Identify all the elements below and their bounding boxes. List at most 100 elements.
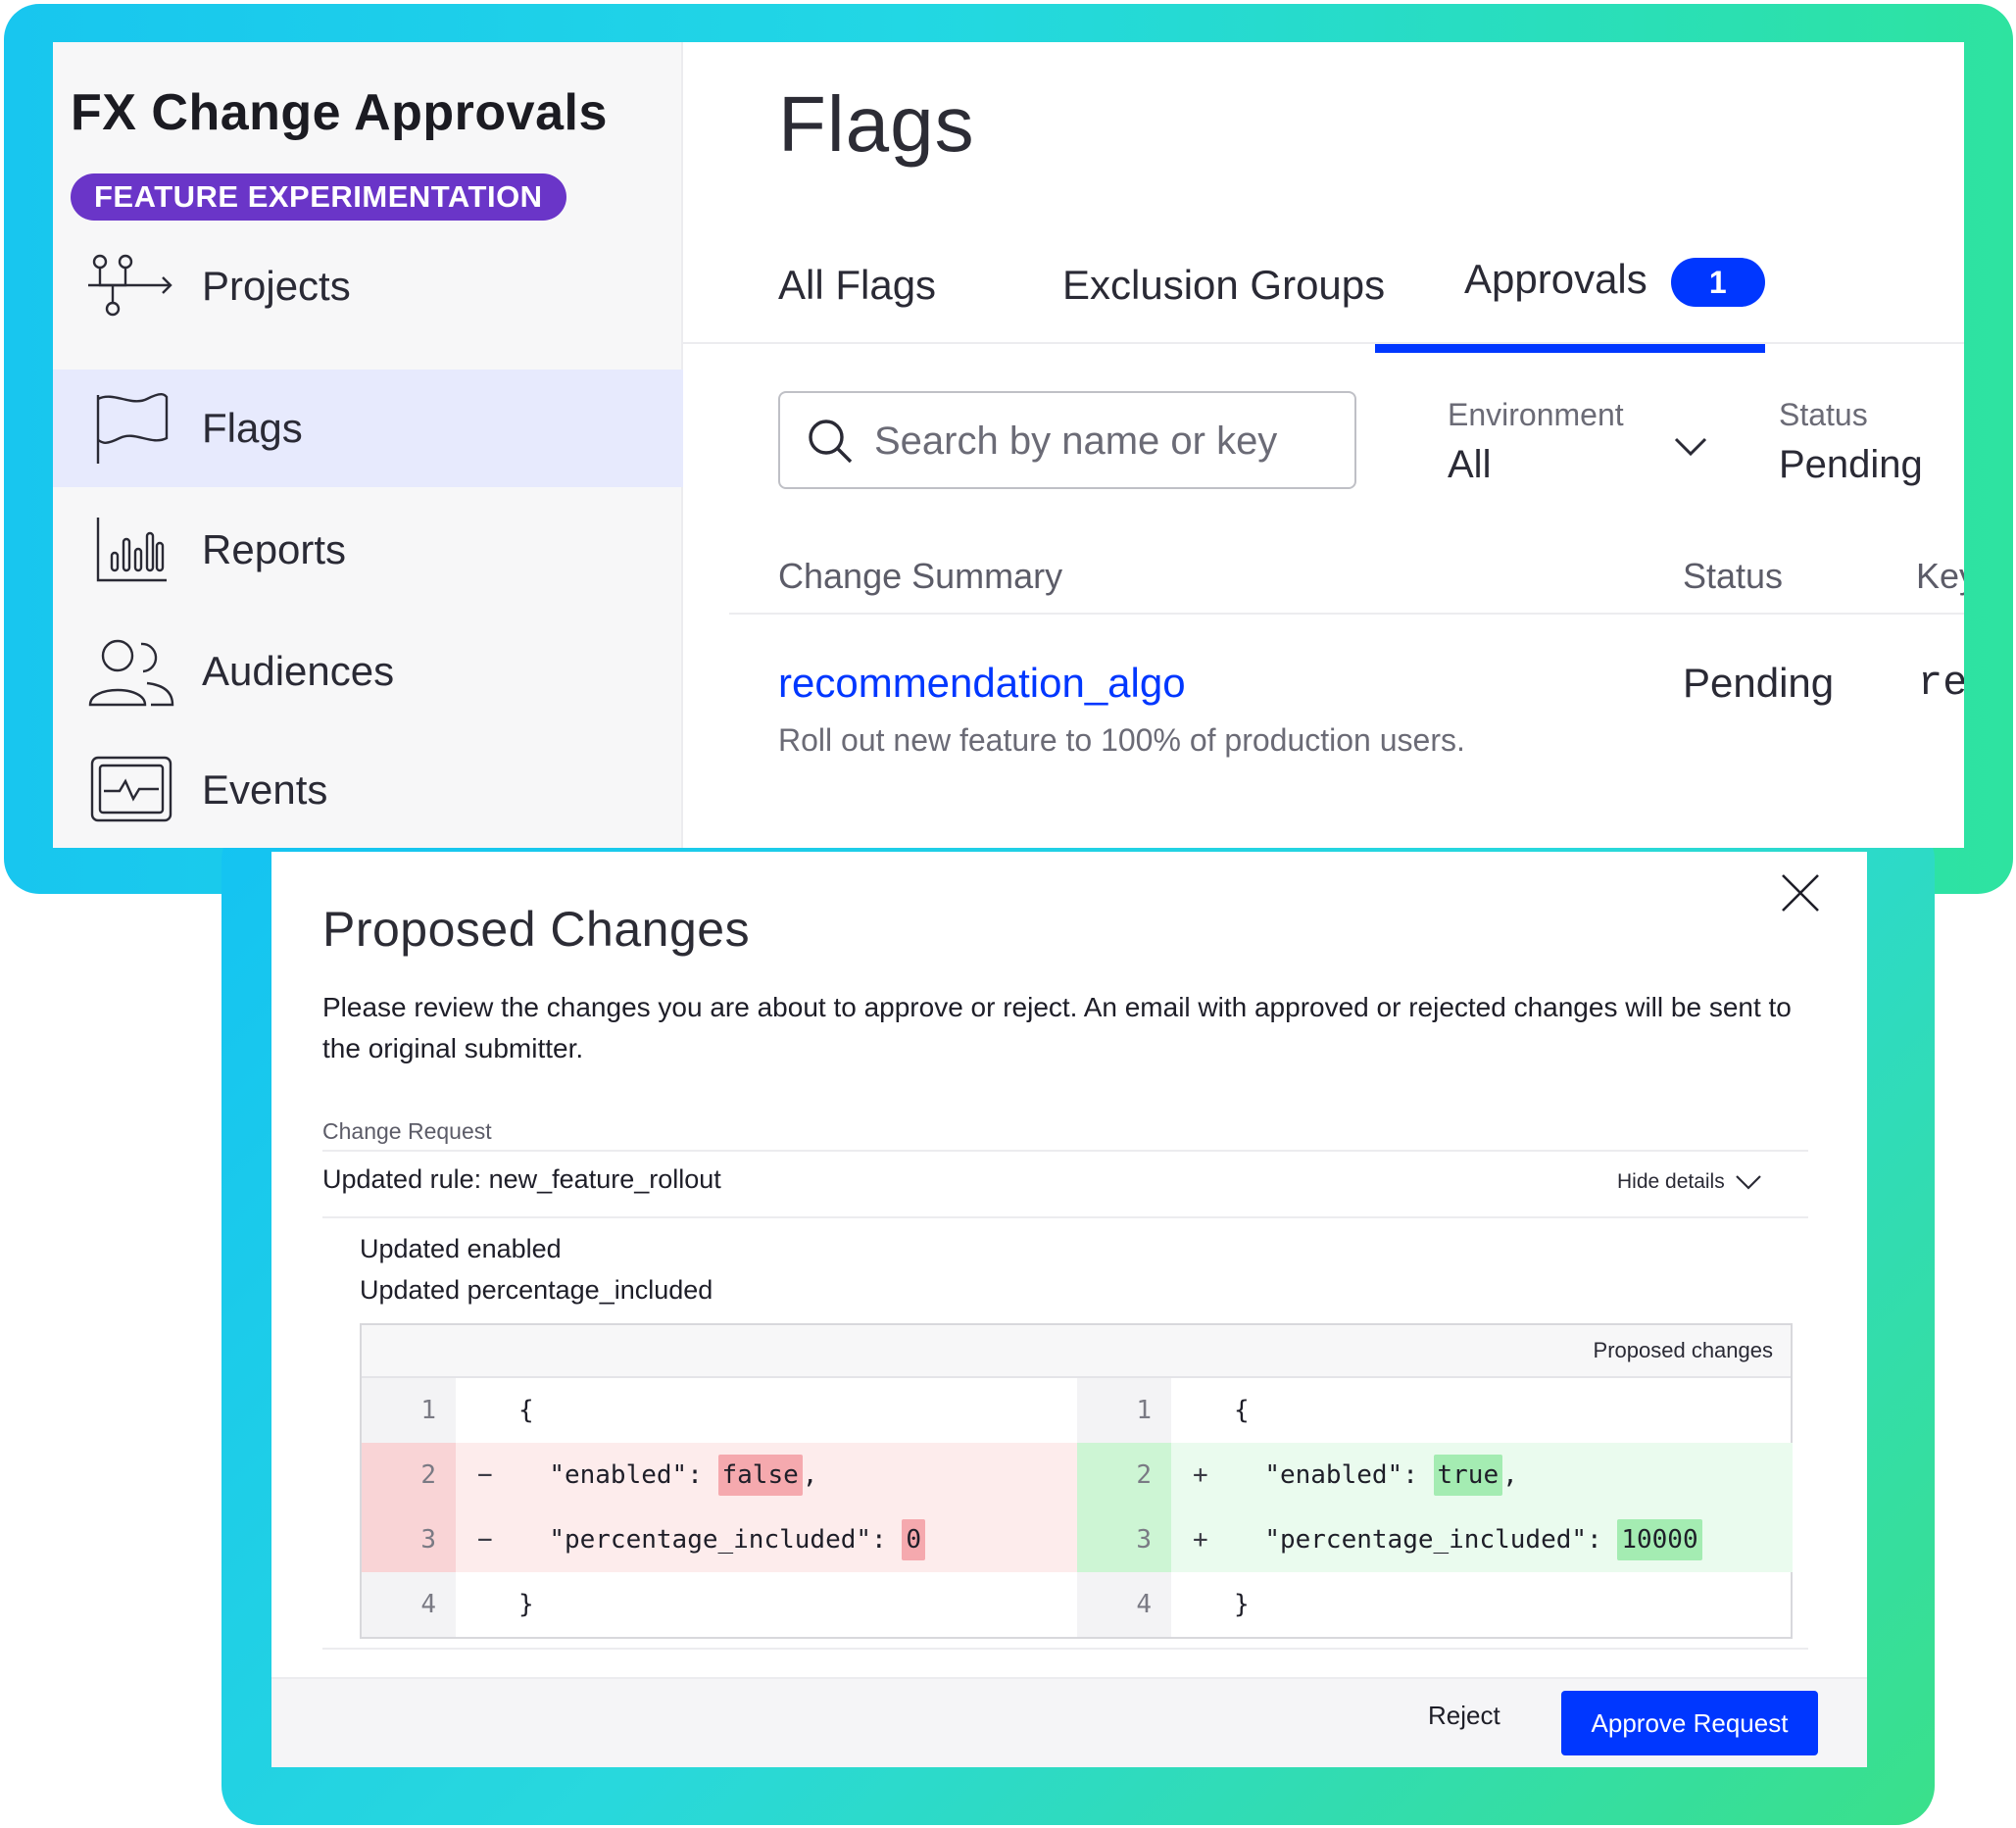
main-content: Flags All Flags Exclusion Groups Approva… (683, 42, 1964, 848)
users-icon (86, 632, 176, 711)
status-filter[interactable]: Status Pending (1779, 397, 1923, 487)
code-text: "enabled": true, (1234, 1443, 1518, 1507)
close-icon[interactable] (1777, 869, 1824, 916)
code-key: "enabled": (549, 1460, 718, 1490)
code-text: "percentage_included": 0 (518, 1507, 925, 1572)
line-number: 1 (1077, 1378, 1171, 1443)
flag-key: reco (1918, 660, 1964, 707)
removed-value: 0 (902, 1519, 925, 1560)
product-badge: FEATURE EXPERIMENTATION (71, 173, 566, 221)
divider (322, 1216, 1808, 1218)
sidebar-item-audiences[interactable]: Audiences (53, 613, 683, 730)
diff-marker: − (477, 1525, 493, 1555)
sidebar-item-flags[interactable]: Flags (53, 370, 683, 487)
diff-line-left-removed: 2 − "enabled": false, (362, 1443, 1077, 1507)
line-number: 3 (1077, 1507, 1171, 1572)
flag-description: Roll out new feature to 100% of producti… (778, 722, 1465, 758)
code-punct: , (1502, 1460, 1518, 1490)
code-key: "percentage_included": (1264, 1525, 1618, 1555)
hide-details-toggle[interactable]: Hide details (1617, 1170, 1762, 1194)
flag-status: Pending (1683, 660, 1835, 706)
search-field[interactable] (778, 391, 1356, 489)
app-title: FX Change Approvals (71, 84, 608, 141)
diff-marker: + (1193, 1460, 1208, 1490)
code-key: "percentage_included": (549, 1525, 903, 1555)
code-punct: , (802, 1460, 818, 1490)
update-item: Updated enabled (360, 1234, 562, 1263)
line-number: 2 (362, 1443, 456, 1507)
diff-body: 1 { 2 − "enabled": false, 3 − "percentag… (362, 1378, 1793, 1639)
update-item: Updated percentage_included (360, 1275, 713, 1305)
sidebar-item-projects[interactable]: Projects (53, 227, 683, 345)
code-text: { (518, 1396, 534, 1425)
table-header-divider (729, 613, 1964, 615)
code-text: { (1234, 1396, 1250, 1425)
code-text: } (1234, 1590, 1250, 1619)
rule-title: Updated rule: new_feature_rollout (322, 1164, 721, 1194)
active-tab-indicator (1375, 344, 1765, 353)
change-request-label: Change Request (322, 1118, 492, 1144)
reject-button[interactable]: Reject (1428, 1701, 1500, 1731)
tab-label: Approvals (1464, 256, 1647, 302)
diff-line-left-removed: 3 − "percentage_included": 0 (362, 1507, 1077, 1572)
status-filter-label: Status (1779, 397, 1868, 432)
status-filter-value: Pending (1779, 443, 1923, 486)
code-key: "enabled": (1264, 1460, 1434, 1490)
environment-filter-value: All (1448, 443, 1492, 486)
diff-marker: + (1193, 1525, 1208, 1555)
line-number: 3 (362, 1507, 456, 1572)
app-window: FX Change Approvals FEATURE EXPERIMENTAT… (53, 42, 1964, 848)
chevron-down-icon (1673, 436, 1708, 463)
activity-monitor-icon (86, 751, 176, 829)
line-number: 1 (362, 1378, 456, 1443)
approvals-count-badge: 1 (1670, 257, 1765, 307)
diff-viewer: Proposed changes 1 { 2 − "enabled": fals… (360, 1323, 1793, 1639)
search-icon (806, 417, 855, 470)
search-input[interactable] (874, 411, 1335, 471)
tab-exclusion-groups[interactable]: Exclusion Groups (1062, 262, 1385, 309)
column-header-key[interactable]: Key (1916, 556, 1964, 597)
code-text: "enabled": false, (518, 1443, 817, 1507)
removed-value: false (717, 1455, 803, 1496)
column-header-status[interactable]: Status (1683, 556, 1783, 597)
divider (322, 1150, 1808, 1152)
environment-filter-label: Environment (1448, 397, 1624, 432)
sidebar-item-label: Events (202, 766, 328, 813)
line-number: 4 (362, 1572, 456, 1637)
diff-line-right-added: 2 + "enabled": true, (1077, 1443, 1793, 1507)
approve-request-button[interactable]: Approve Request (1561, 1691, 1818, 1755)
sidebar-item-label: Flags (202, 405, 303, 451)
sidebar-item-label: Reports (202, 526, 347, 572)
tab-approvals[interactable]: Approvals 1 (1464, 256, 1765, 307)
flag-name-link[interactable]: recommendation_algo (778, 660, 1186, 707)
diff-header: Proposed changes (362, 1325, 1791, 1378)
diff-header-label: Proposed changes (1593, 1338, 1773, 1362)
divider (322, 1648, 1808, 1650)
sidebar-item-label: Projects (202, 263, 351, 309)
projects-flow-icon (86, 247, 176, 325)
diff-line-right: 4 } (1077, 1572, 1793, 1637)
environment-filter[interactable]: Environment All (1448, 397, 1707, 487)
line-number: 4 (1077, 1572, 1171, 1637)
diff-marker: − (477, 1460, 493, 1490)
modal-description: Please review the changes you are about … (322, 992, 1792, 1063)
modal-footer: Reject Approve Request (271, 1677, 1867, 1767)
sidebar-item-events[interactable]: Events (53, 731, 683, 848)
diff-line-right-added: 3 + "percentage_included": 10000 (1077, 1507, 1793, 1572)
tab-all-flags[interactable]: All Flags (778, 262, 936, 309)
diff-line-right: 1 { (1077, 1378, 1793, 1443)
code-text: "percentage_included": 10000 (1234, 1507, 1702, 1572)
line-number: 2 (1077, 1443, 1171, 1507)
sidebar: FX Change Approvals FEATURE EXPERIMENTAT… (53, 42, 683, 848)
tabs-divider (683, 342, 1964, 344)
page-title: Flags (778, 80, 975, 168)
diff-line-left: 4 } (362, 1572, 1077, 1637)
proposed-changes-modal: Proposed Changes Please review the chang… (271, 852, 1867, 1767)
chevron-down-icon (1735, 1175, 1761, 1191)
code-text: } (518, 1590, 534, 1619)
column-header-summary[interactable]: Change Summary (778, 556, 1062, 597)
added-value: true (1433, 1455, 1503, 1496)
sidebar-item-reports[interactable]: Reports (53, 491, 683, 609)
diff-line-left: 1 { (362, 1378, 1077, 1443)
hide-details-label: Hide details (1617, 1170, 1725, 1193)
